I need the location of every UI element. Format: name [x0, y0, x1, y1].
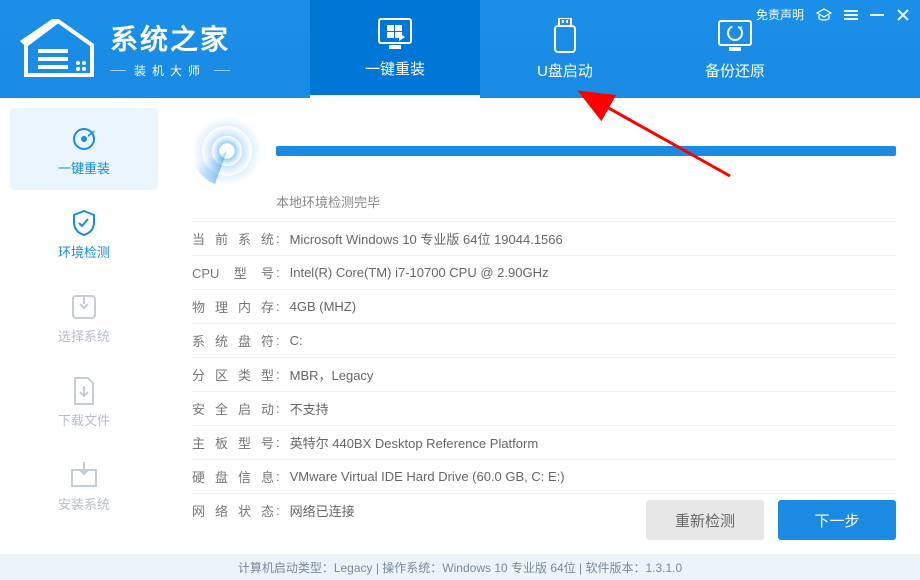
info-value: 网络已连接: [290, 501, 355, 520]
info-value: C:: [290, 333, 303, 348]
info-row: 主板型号:英特尔 440BX Desktop Reference Platfor…: [192, 425, 896, 459]
titlebar: 免责声明: [756, 6, 910, 23]
next-button[interactable]: 下一步: [778, 500, 896, 540]
windows-reinstall-icon: [375, 16, 415, 52]
nav-reinstall[interactable]: 一键重装: [310, 0, 480, 98]
header: 系统之家 装机大师 一键重装 U盘启动 备份还原 免责声明: [0, 0, 920, 98]
info-label: 系统盘符: [192, 331, 274, 350]
scan-status-text: 本地环境检测完毕: [276, 192, 896, 211]
info-value: MBR，Legacy: [290, 365, 374, 384]
install-box-icon: [69, 458, 99, 492]
progress-bar: [276, 146, 896, 156]
info-value: Microsoft Windows 10 专业版 64位 19044.1566: [290, 229, 563, 248]
usb-drive-icon: [552, 18, 578, 54]
nav-usb-boot[interactable]: U盘启动: [480, 0, 650, 98]
info-label: 主板型号: [192, 433, 274, 452]
sidebar-item-install[interactable]: 安装系统: [10, 444, 158, 526]
redetect-button[interactable]: 重新检测: [646, 500, 764, 540]
info-value: 英特尔 440BX Desktop Reference Platform: [290, 433, 539, 452]
backup-restore-icon: [715, 18, 755, 54]
main-panel: 本地环境检测完毕 当前系统:Microsoft Windows 10 专业版 6…: [168, 98, 920, 554]
sidebar-label: 环境检测: [58, 242, 110, 261]
logo-title: 系统之家: [110, 18, 230, 58]
sidebar-item-reinstall[interactable]: 一键重装: [10, 108, 158, 190]
graduation-icon[interactable]: [816, 8, 832, 22]
sidebar-label: 安装系统: [58, 494, 110, 513]
info-value: VMware Virtual IDE Hard Drive (60.0 GB, …: [290, 469, 565, 484]
info-value: 不支持: [290, 399, 329, 418]
info-label: CPU型号: [192, 263, 274, 282]
logo-area: 系统之家 装机大师: [0, 0, 310, 79]
info-list: 当前系统:Microsoft Windows 10 专业版 64位 19044.…: [192, 221, 896, 527]
logo-subtitle: 装机大师: [110, 62, 230, 79]
nav-label: U盘启动: [537, 60, 593, 81]
sidebar-label: 一键重装: [58, 158, 110, 177]
info-row: 安全启动:不支持: [192, 391, 896, 425]
info-row: 硬盘信息:VMware Virtual IDE Hard Drive (60.0…: [192, 459, 896, 493]
info-label: 硬盘信息: [192, 467, 274, 486]
info-row: 物理内存:4GB (MHZ): [192, 289, 896, 323]
nav-label: 备份还原: [705, 60, 765, 81]
info-value: 4GB (MHZ): [290, 299, 356, 314]
status-bar: 计算机启动类型：Legacy | 操作系统：Windows 10 专业版 64位…: [0, 554, 920, 580]
info-label: 分区类型: [192, 365, 274, 384]
info-value: Intel(R) Core(TM) i7-10700 CPU @ 2.90GHz: [290, 265, 549, 280]
scan-radar-icon: [192, 116, 262, 186]
info-row: 系统盘符:C:: [192, 323, 896, 357]
info-label: 物理内存: [192, 297, 274, 316]
info-row: 当前系统:Microsoft Windows 10 专业版 64位 19044.…: [192, 221, 896, 255]
sidebar-item-env-check[interactable]: 环境检测: [10, 192, 158, 274]
select-icon: [70, 290, 98, 324]
sidebar-label: 选择系统: [58, 326, 110, 345]
scan-row: [192, 116, 896, 186]
close-icon[interactable]: [896, 8, 910, 22]
nav-label: 一键重装: [365, 58, 425, 79]
shield-check-icon: [70, 206, 98, 240]
sidebar-item-download[interactable]: 下载文件: [10, 360, 158, 442]
disclaimer-link[interactable]: 免责声明: [756, 6, 804, 23]
target-icon: [70, 122, 98, 156]
info-label: 当前系统: [192, 229, 274, 248]
download-file-icon: [72, 374, 96, 408]
minimize-icon[interactable]: [870, 8, 884, 22]
app-logo-icon: [18, 19, 98, 79]
menu-icon[interactable]: [844, 8, 858, 22]
info-row: 分区类型:MBR，Legacy: [192, 357, 896, 391]
info-row: CPU型号:Intel(R) Core(TM) i7-10700 CPU @ 2…: [192, 255, 896, 289]
sidebar-label: 下载文件: [58, 410, 110, 429]
top-nav: 一键重装 U盘启动 备份还原: [310, 0, 820, 98]
sidebar-item-select-system[interactable]: 选择系统: [10, 276, 158, 358]
info-label: 安全启动: [192, 399, 274, 418]
info-label: 网络状态: [192, 501, 274, 520]
sidebar: 一键重装 环境检测 选择系统 下载文件 安装系统: [0, 98, 168, 554]
progress-fill: [276, 146, 896, 156]
